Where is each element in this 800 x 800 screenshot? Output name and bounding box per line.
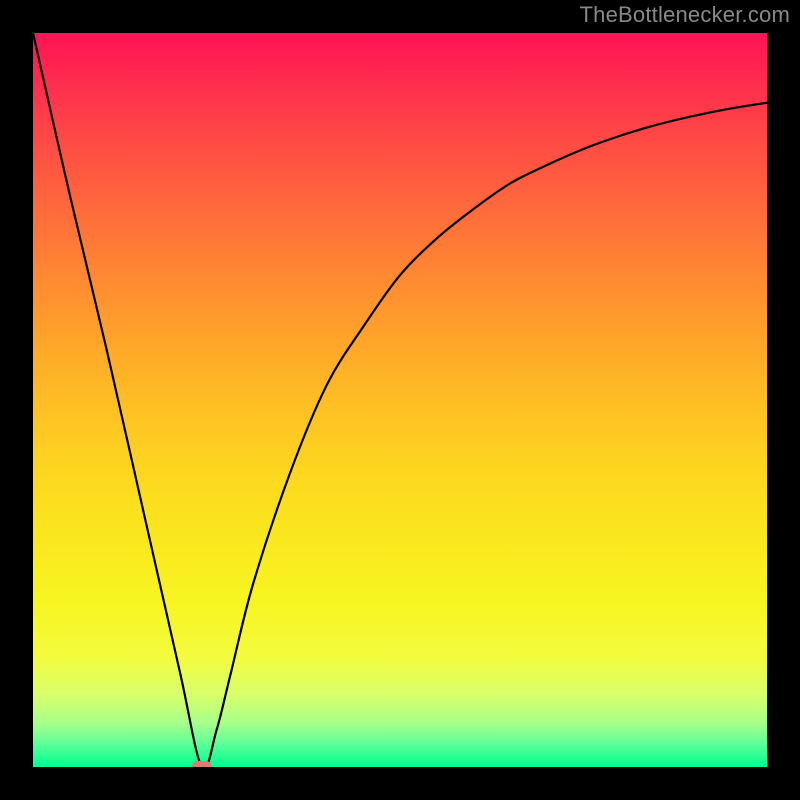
chart-frame: TheBottlenecker.com (0, 0, 800, 800)
watermark-text: TheBottlenecker.com (580, 2, 790, 28)
optimal-point-marker (192, 761, 212, 767)
bottleneck-curve (33, 33, 767, 767)
plot-area (33, 33, 767, 767)
